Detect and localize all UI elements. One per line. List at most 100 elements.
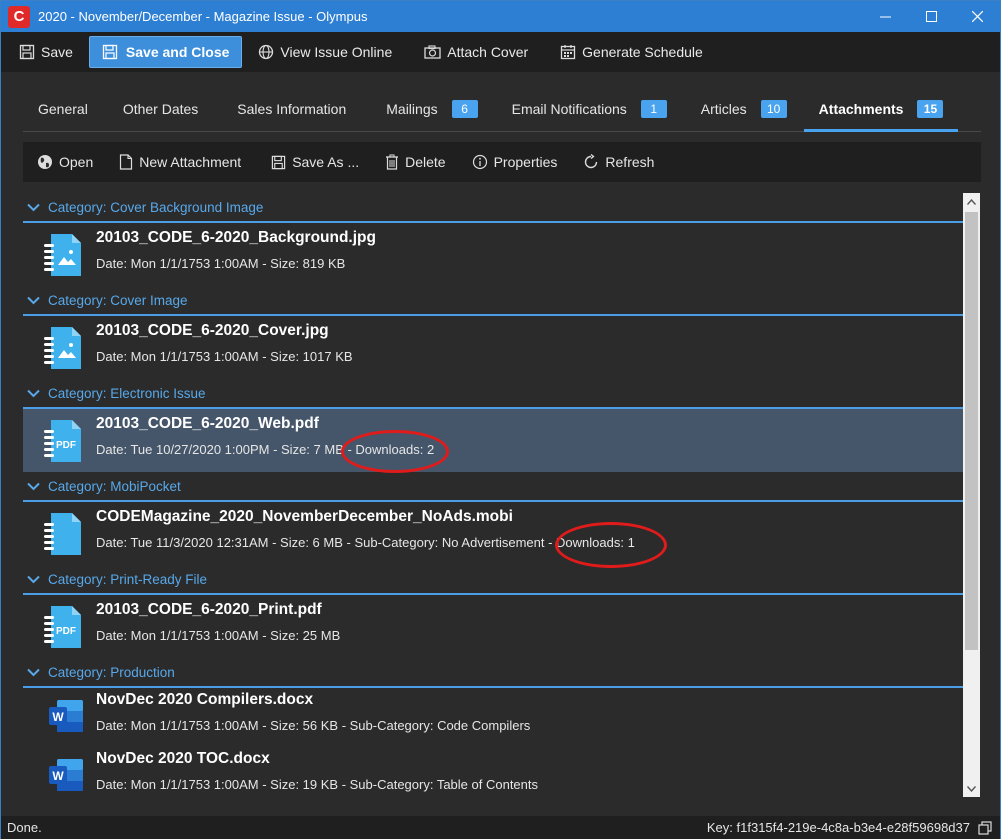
attach-cover-button[interactable]: Attach Cover — [414, 36, 538, 68]
svg-text:PDF: PDF — [56, 440, 76, 451]
attachment-row-selected[interactable]: PDF 20103_CODE_6-2020_Web.pdf Date: Tue … — [23, 409, 964, 473]
tab-general[interactable]: General — [23, 89, 103, 129]
file-meta: Date: Tue 10/27/2020 1:00PM - Size: 7 MB… — [96, 442, 435, 457]
count-badge: 6 — [451, 100, 478, 118]
file-name: 20103_CODE_6-2020_Print.pdf — [96, 601, 322, 618]
attachment-row[interactable]: W NovDec 2020 TOC.docx Date: Mon 1/1/175… — [23, 747, 964, 799]
open-label: Open — [59, 154, 94, 170]
file-name: 20103_CODE_6-2020_Background.jpg — [96, 229, 376, 246]
file-meta: Date: Mon 1/1/1753 1:00AM - Size: 19 KB … — [96, 777, 539, 792]
tab-mailings[interactable]: Mailings 6 — [371, 89, 492, 129]
tab-label: General — [38, 101, 88, 117]
category-header[interactable]: Category: MobiPocket — [23, 472, 964, 502]
close-icon[interactable] — [954, 1, 1000, 32]
category-label: Category: Print-Ready File — [48, 571, 208, 587]
tab-other-dates[interactable]: Other Dates — [108, 89, 213, 129]
svg-text:W: W — [52, 710, 64, 724]
record-key: Key: f1f315f4-219e-4c8a-b3e4-e28f59698d3… — [706, 820, 970, 835]
image-file-icon — [44, 327, 81, 369]
category-label: Category: Production — [48, 664, 175, 680]
category-header[interactable]: Category: Cover Background Image — [23, 193, 964, 223]
app-logo-icon: C — [8, 5, 30, 28]
file-name: NovDec 2020 Compilers.docx — [96, 691, 314, 708]
properties-label: Properties — [493, 154, 558, 170]
attachment-row[interactable]: PDF 20103_CODE_6-2020_Print.pdf Date: Mo… — [23, 595, 964, 658]
file-meta: Date: Mon 1/1/1753 1:00AM - Size: 56 KB … — [96, 718, 531, 733]
attachment-list: Category: Cover Background Image 20103_C… — [23, 193, 964, 799]
attachment-row[interactable]: W NovDec 2020 Compilers.docx Date: Mon 1… — [23, 688, 964, 747]
file-meta: Date: Mon 1/1/1753 1:00AM - Size: 1017 K… — [96, 349, 353, 364]
minimize-icon[interactable] — [862, 1, 908, 32]
new-attachment-button[interactable]: New Attachment — [119, 154, 241, 170]
tab-label: Articles — [700, 101, 747, 117]
generate-schedule-label: Generate Schedule — [582, 44, 703, 60]
save-button[interactable]: Save — [9, 36, 83, 68]
copy-icon[interactable] — [978, 820, 992, 835]
chevron-down-icon — [27, 296, 40, 304]
category-header[interactable]: Category: Electronic Issue — [23, 379, 964, 409]
tab-strip: General Other Dates Sales Information Ma… — [23, 89, 981, 132]
chevron-down-icon — [27, 668, 40, 676]
scrollbar-thumb[interactable] — [965, 212, 978, 650]
count-badge: 1 — [640, 100, 667, 118]
vertical-scrollbar[interactable] — [963, 193, 980, 797]
save-icon — [19, 44, 35, 60]
save-and-close-button[interactable]: Save and Close — [88, 36, 243, 68]
file-name: CODEMagazine_2020_NovemberDecember_NoAds… — [96, 508, 513, 525]
chevron-down-icon — [27, 203, 40, 211]
view-issue-online-button[interactable]: View Issue Online — [248, 36, 402, 68]
maximize-icon[interactable] — [908, 1, 954, 32]
view-issue-online-label: View Issue Online — [280, 44, 393, 60]
count-badge: 15 — [917, 100, 944, 118]
new-document-icon — [120, 154, 133, 170]
attachment-row[interactable]: 20103_CODE_6-2020_Background.jpg Date: M… — [23, 223, 964, 286]
status-right: Key: f1f315f4-219e-4c8a-b3e4-e28f59698d3… — [707, 820, 992, 835]
tab-label: Sales Information — [237, 101, 347, 117]
tab-label: Attachments — [818, 101, 904, 117]
tab-attachments[interactable]: Attachments 15 — [803, 89, 959, 132]
delete-button[interactable]: Delete — [385, 154, 446, 170]
save-as-button[interactable]: Save As ... — [271, 154, 359, 170]
generate-schedule-button[interactable]: Generate Schedule — [550, 36, 713, 68]
pdf-file-icon: PDF — [44, 606, 81, 648]
file-name: 20103_CODE_6-2020_Cover.jpg — [96, 322, 329, 339]
properties-button[interactable]: Properties — [472, 154, 558, 170]
tab-sales-information[interactable]: Sales Information — [222, 89, 361, 129]
save-and-close-label: Save and Close — [125, 44, 230, 60]
attachment-row[interactable]: CODEMagazine_2020_NovemberDecember_NoAds… — [23, 502, 964, 568]
main-toolbar: Save Save and Close View Issue Online At… — [1, 32, 1000, 72]
save-as-label: Save As ... — [292, 154, 360, 170]
chevron-down-icon — [27, 482, 40, 490]
status-bar: Done. Key: f1f315f4-219e-4c8a-b3e4-e28f5… — [1, 816, 1000, 839]
attachments-toolbar: Open New Attachment Save As ... Delete P… — [23, 142, 981, 182]
tab-email-notifications[interactable]: Email Notifications 1 — [497, 89, 682, 129]
svg-text:PDF: PDF — [56, 626, 76, 637]
count-badge: 10 — [760, 100, 787, 118]
file-meta: Date: Mon 1/1/1753 1:00AM - Size: 25 MB — [96, 628, 341, 643]
category-header[interactable]: Category: Print-Ready File — [23, 565, 964, 595]
attachment-row[interactable]: 20103_CODE_6-2020_Cover.jpg Date: Mon 1/… — [23, 316, 964, 379]
category-label: Category: Electronic Issue — [48, 385, 206, 401]
status-text: Done. — [7, 820, 42, 835]
category-label: Category: Cover Background Image — [48, 199, 264, 215]
save-icon — [102, 44, 118, 60]
attach-cover-label: Attach Cover — [447, 44, 529, 60]
category-header[interactable]: Category: Cover Image — [23, 286, 964, 316]
open-button[interactable]: Open — [37, 154, 93, 170]
category-header[interactable]: Category: Production — [23, 658, 964, 688]
scroll-up-icon[interactable] — [963, 193, 980, 210]
svg-text:W: W — [52, 769, 64, 783]
refresh-button[interactable]: Refresh — [583, 154, 654, 170]
window-title: 2020 - November/December - Magazine Issu… — [38, 9, 368, 24]
scroll-down-icon[interactable] — [963, 780, 980, 797]
tab-label: Mailings — [386, 101, 438, 117]
info-icon — [472, 154, 487, 170]
category-label: Category: Cover Image — [48, 292, 188, 308]
trash-icon — [386, 154, 399, 170]
file-meta: Date: Tue 11/3/2020 12:31AM - Size: 6 MB… — [96, 535, 635, 550]
chevron-down-icon — [27, 389, 40, 397]
tab-articles[interactable]: Articles 10 — [686, 89, 802, 129]
new-attachment-label: New Attachment — [139, 154, 242, 170]
delete-label: Delete — [405, 154, 446, 170]
camera-icon — [424, 45, 441, 59]
